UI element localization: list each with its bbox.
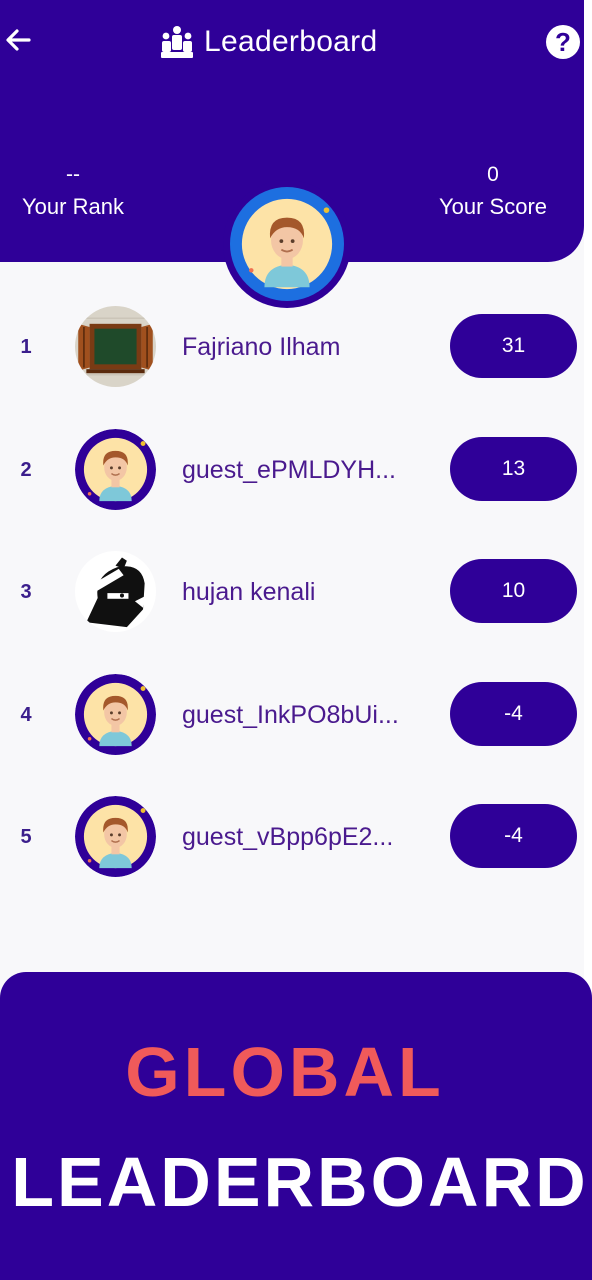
your-score-value: 0 [487,163,499,186]
player-name: guest_vBpp6pE2... [182,823,394,851]
your-rank-value: -- [66,163,80,186]
leaderboard-row[interactable]: 2 guest_ePMLDYH... 13 [0,428,584,556]
default-boy-avatar[interactable] [75,796,156,877]
your-score-stat: 0 Your Score [423,160,563,220]
player-name: guest_ePMLDYH... [182,455,396,484]
ninja-avatar[interactable] [75,551,156,632]
help-circle-icon: ? [555,27,571,57]
your-score-label: Your Score [438,194,548,219]
default-boy-avatar[interactable] [75,428,156,510]
player-name: Fajriano Ilham [182,333,341,361]
score-badge[interactable]: 31 [450,314,577,378]
your-rank-label: Your Rank [22,194,124,219]
score-badge[interactable]: -4 [450,681,577,746]
leaderboard-row[interactable]: 1 Fajriano Ilham 31 [0,306,584,433]
back-button[interactable] [0,22,36,58]
current-user-avatar-ring [230,187,344,301]
your-rank-stat: -- Your Rank [8,160,138,220]
leaderboard-row[interactable]: 3 hujan kenali 10 [0,551,584,678]
rank-number: 1 [20,336,32,358]
score-badge[interactable]: 13 [450,436,577,501]
banner-title-global: GLOBAL [125,1033,445,1111]
rank-number: 5 [20,826,32,848]
window-avatar[interactable] [75,306,156,387]
page-title: Leaderboard [204,25,378,58]
leaderboard-list: 1 Fajriano Ilham 31 2 guest_ePMLDYH... 13 3 huj… [0,306,584,923]
default-boy-avatar[interactable] [75,673,156,755]
score-badge[interactable]: -4 [450,804,577,868]
current-user-avatar[interactable] [223,180,351,308]
rank-number: 4 [20,703,32,726]
banner-title-leaderboard: LEADERBOARD [11,1143,589,1221]
arrow-left-icon [6,29,31,51]
player-name: hujan kenali [182,578,316,606]
default-boy-avatar-icon [241,198,333,290]
promo-banner: GLOBAL LEADERBOARD [0,972,592,1280]
player-name: guest_InkPO8bUi... [182,700,399,729]
rank-number: 2 [20,458,32,481]
group-people-icon [161,26,193,58]
leaderboard-row[interactable]: 5 guest_vBpp6pE2... -4 [0,796,584,923]
header-title-group: Leaderboard [160,22,377,62]
score-badge[interactable]: 10 [450,559,577,623]
leaderboard-row[interactable]: 4 guest_InkPO8bUi... -4 [0,673,584,801]
rank-number: 3 [20,581,32,603]
help-button[interactable]: ? [546,25,580,59]
